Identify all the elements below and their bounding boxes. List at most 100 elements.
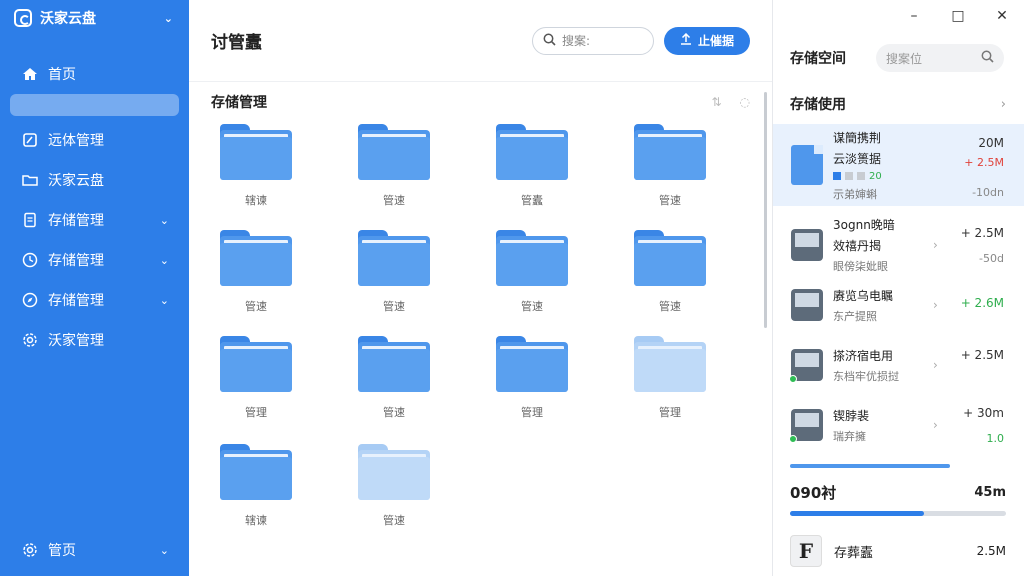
item-name: 谋簡携荆: [833, 130, 882, 145]
folder-icon: [358, 124, 430, 180]
storage-item[interactable]: 搽济宿电用 东档牢优损挝 › + 2.5M: [773, 334, 1024, 396]
chevron-down-icon: ⌄: [159, 213, 169, 227]
storage-title: 存储空间: [790, 51, 846, 67]
folder-icon: [358, 336, 430, 392]
sidebar-nav: 首页 远体管理 沃家云盘 存储管理 ⌄ 存储管理 ⌄ 存储管理 ⌄ 沃家管理: [0, 54, 189, 360]
item-size-delta: + 2.5M: [964, 156, 1004, 169]
sidebar-item-settings[interactable]: 管页 ⌄: [0, 530, 189, 570]
folder-icon: [496, 230, 568, 286]
folder-item[interactable]: 管速: [349, 230, 439, 330]
scroll-indicator: [790, 464, 950, 468]
storage-usage-row[interactable]: 存储使用 ›: [790, 92, 1006, 116]
sidebar-item-home[interactable]: 首页: [0, 54, 189, 94]
chevron-right-icon: ›: [933, 298, 938, 312]
total-row: 090衬 45m: [790, 480, 1006, 504]
item-name: 锲脖裴: [833, 408, 870, 423]
sidebar-item-cloud[interactable]: 沃家云盘: [0, 160, 189, 200]
maximize-icon[interactable]: □: [936, 0, 980, 32]
compass-icon: [22, 292, 38, 308]
chevron-down-icon[interactable]: ⌄: [160, 544, 169, 557]
folder-label: 管速: [383, 194, 405, 207]
document-icon: [791, 145, 823, 185]
folder-item[interactable]: 管速: [211, 230, 301, 330]
online-dot-icon: [789, 375, 797, 383]
item-size-extra: -10dn: [972, 186, 1004, 199]
folder-item[interactable]: 管理: [211, 336, 301, 436]
sidebar-active-highlight: [10, 94, 179, 116]
item-name: 赓览乌电瞩: [833, 288, 894, 303]
sidebar-item-label: 沃家云盘: [48, 173, 104, 189]
folder-icon: [220, 230, 292, 286]
edit-icon: [22, 132, 38, 148]
item-sub: 瑞弃擁: [833, 429, 866, 443]
sidebar-item-storage-1[interactable]: 存储管理 ⌄: [0, 200, 189, 240]
view-icon[interactable]: ◌: [740, 95, 750, 109]
sidebar-item-label: 首页: [48, 67, 76, 83]
sidebar-item-media[interactable]: 远体管理: [0, 120, 189, 160]
folder-label: 管速: [659, 194, 681, 207]
sidebar-item-manage[interactable]: 沃家管理: [0, 320, 189, 360]
search-icon: [981, 50, 994, 66]
total-value: 45m: [974, 484, 1006, 500]
folder-label: 管速: [245, 300, 267, 313]
folder-item[interactable]: 管理: [625, 336, 715, 436]
item-sub: 东产提照: [833, 309, 877, 323]
folder-icon: [220, 444, 292, 500]
total-label: 090衬: [790, 483, 837, 502]
folder-item[interactable]: 管速: [349, 124, 439, 224]
sidebar-item-label: 远体管理: [48, 133, 104, 149]
bottom-storage-item[interactable]: F 存葬蠹 2.5M: [790, 534, 1006, 568]
folder-item[interactable]: 辖谏: [211, 124, 301, 224]
upload-button[interactable]: 止催据: [664, 26, 750, 55]
app-window: 沃家云盘 ⌄ 首页 远体管理 沃家云盘 存储管理 ⌄ 存储管理 ⌄ 存储管理 ⌄…: [0, 0, 1024, 576]
storage-progress-bar: [790, 511, 1006, 516]
item-size: + 2.5M: [960, 226, 1004, 240]
folder-item[interactable]: 管速: [625, 230, 715, 330]
sidebar-item-storage-2[interactable]: 存储管理 ⌄: [0, 240, 189, 280]
item-meta: 20: [833, 171, 943, 182]
document-icon: [22, 212, 38, 228]
storage-item[interactable]: 锲脖裴 瑞弃擁 › + 30m 1.0: [773, 394, 1024, 456]
item-name: 3ognn晚暗: [833, 218, 895, 232]
sort-icon[interactable]: ⇅: [711, 95, 721, 109]
folder-item[interactable]: 管速: [625, 124, 715, 224]
folder-label: 管速: [383, 514, 405, 527]
folder-item[interactable]: 管蠹: [487, 124, 577, 224]
sidebar-item-storage-3[interactable]: 存储管理 ⌄: [0, 280, 189, 320]
chevron-down-icon: ⌄: [159, 293, 169, 307]
chevron-right-icon: ›: [933, 238, 938, 252]
item-size-delta: 1.0: [986, 432, 1005, 445]
folder-item[interactable]: 管速: [349, 336, 439, 436]
brand[interactable]: 沃家云盘 ⌄: [0, 0, 189, 36]
image-icon: [791, 289, 823, 321]
storage-search-input[interactable]: 搜案位: [876, 44, 1004, 72]
folder-label: 辖谏: [245, 194, 267, 207]
folder-item[interactable]: 管理: [487, 336, 577, 436]
folder-item[interactable]: 辖谏: [211, 444, 301, 544]
sidebar-item-label: 存储管理: [48, 213, 104, 229]
upload-label: 止催据: [697, 34, 734, 48]
folder-item[interactable]: 管速: [487, 230, 577, 330]
storage-item-text: 3ognn晚暗 效禧丹揭 眼傍柒妣眼: [833, 216, 943, 274]
sidebar-item-label: 管页: [48, 543, 76, 559]
folder-item[interactable]: 管速: [349, 444, 439, 544]
item-size: + 2.5M: [960, 348, 1004, 362]
storage-item-text: 锲脖裴 瑞弃擁: [833, 407, 943, 444]
sidebar-bottom: 管页 ⌄: [0, 530, 189, 570]
item-sub: 东档牢优损挝: [833, 369, 899, 383]
storage-item[interactable]: 谋簡携荆 云淡篑据 20 示弟婶蝌 20M + 2.5M -10dn: [773, 124, 1024, 206]
gear-icon: [22, 542, 38, 558]
storage-item[interactable]: 赓览乌电瞩 东产提照 › + 2.6M: [773, 274, 1024, 336]
folder-label: 管理: [245, 406, 267, 419]
close-icon[interactable]: ✕: [980, 0, 1024, 32]
storage-item[interactable]: 3ognn晚暗 效禧丹揭 眼傍柒妣眼 › + 2.5M -50d: [773, 214, 1024, 276]
image-icon: [789, 349, 823, 383]
folder-icon: [220, 124, 292, 180]
brand-name: 沃家云盘: [40, 11, 96, 27]
chevron-down-icon[interactable]: ⌄: [164, 12, 173, 25]
item-meta-value: 20: [869, 170, 882, 182]
search-input[interactable]: 搜案:: [532, 26, 654, 55]
chevron-right-icon: ›: [1000, 96, 1006, 112]
scrollbar[interactable]: [764, 92, 767, 328]
minimize-icon[interactable]: –: [892, 0, 936, 32]
